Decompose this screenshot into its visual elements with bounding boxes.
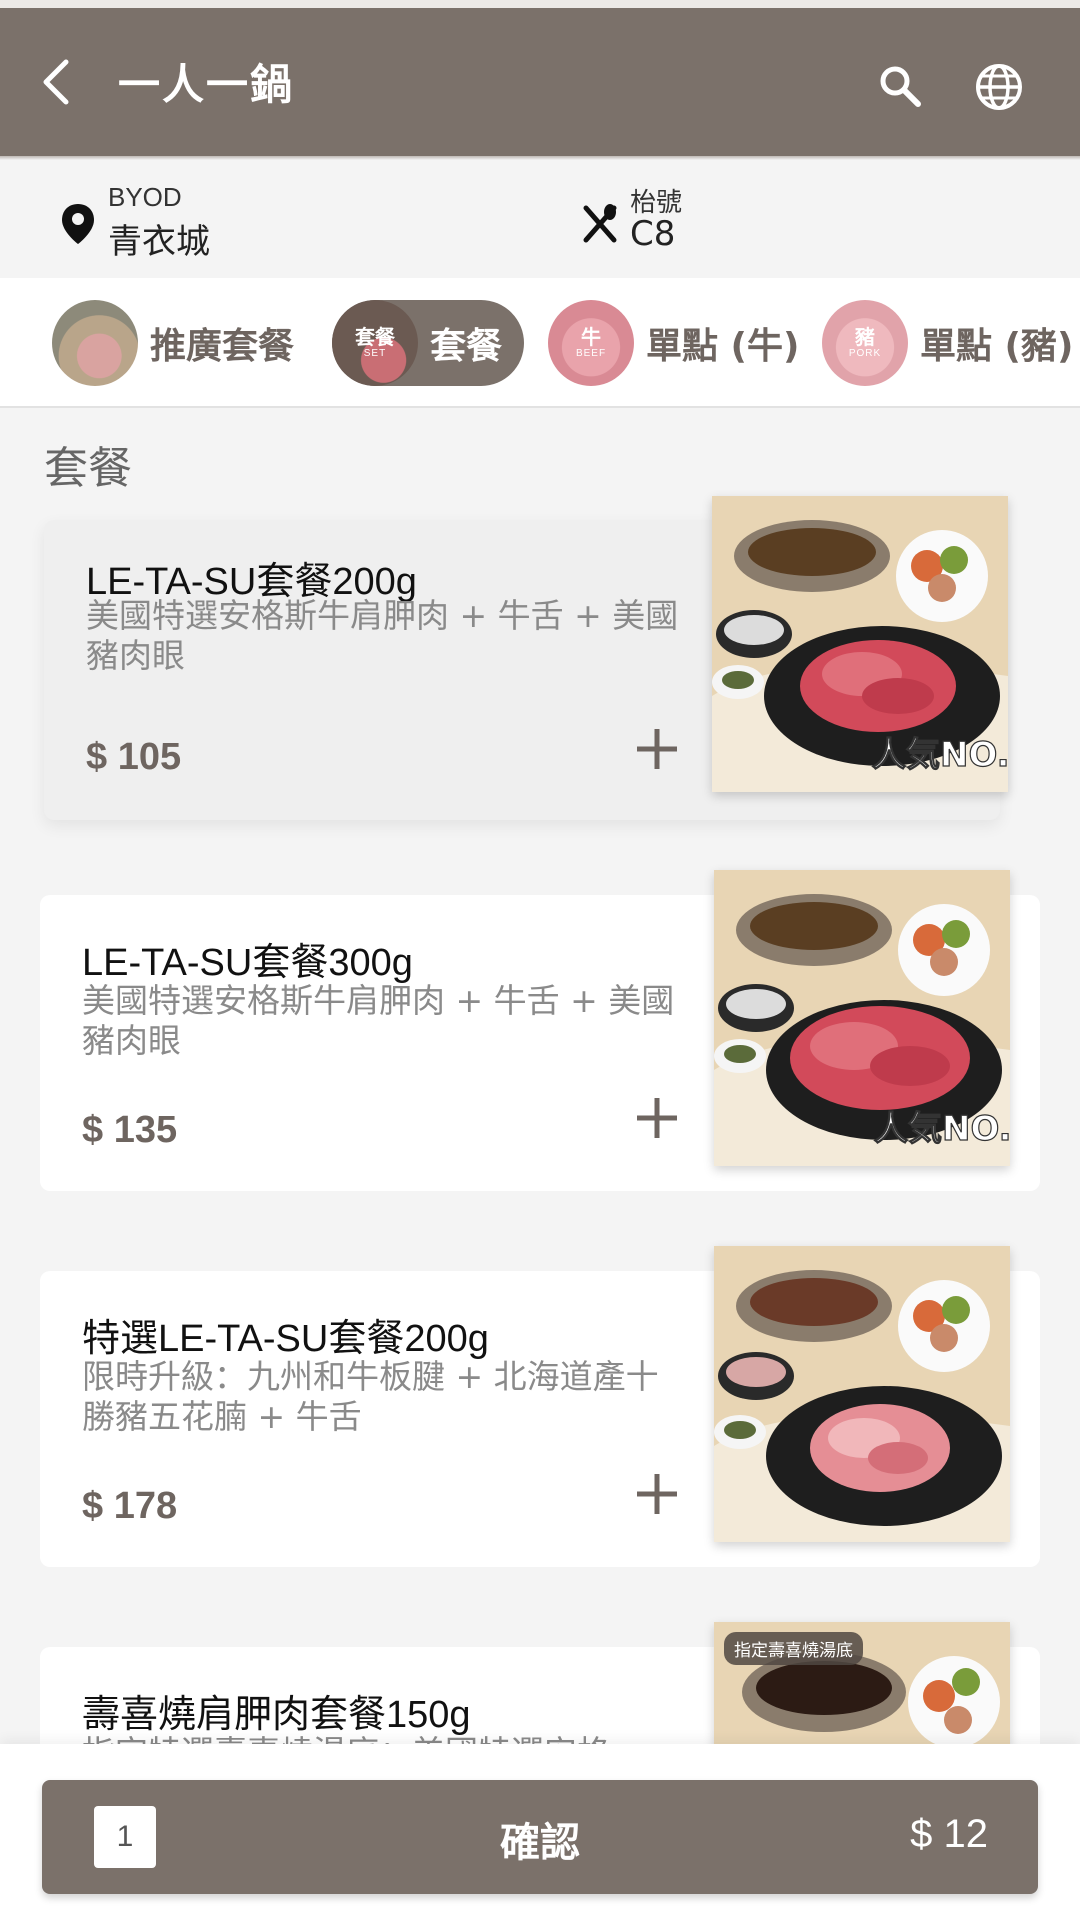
category-thumbnail	[52, 300, 138, 386]
page-title: 一人一鍋	[118, 60, 295, 109]
add-item-button[interactable]	[632, 724, 682, 774]
globe-icon[interactable]	[974, 62, 1024, 112]
category-thumbnail: 套餐 SET	[332, 300, 418, 386]
svg-text:人気NO.1!: 人気NO.1!	[872, 735, 1008, 775]
category-label: 推廣套餐	[150, 326, 295, 367]
app-bar: 一人一鍋	[0, 8, 1080, 156]
category-tab-pork[interactable]: 豬 PORK 單點 (豬)	[822, 300, 1080, 386]
item-price: $ 178	[82, 1485, 178, 1527]
item-name: LE-TA-SU套餐300g	[82, 942, 413, 984]
category-bar: 推廣套餐 套餐 SET 套餐 牛 BEEF 單點 (牛) 豬 PORK 單點 (…	[0, 278, 1080, 408]
item-name: 特選LE-TA-SU套餐200g	[82, 1318, 489, 1360]
photo-tag: 指定壽喜燒湯底	[724, 1632, 863, 1665]
hotpot-photo-icon: 人気NO.1!	[714, 870, 1010, 1166]
item-description: 限時升級：九州和牛板腱 + 北海道產十勝豬五花腩 + 牛舌	[82, 1357, 659, 1436]
item-name: 壽喜燒肩胛肉套餐150g	[82, 1694, 471, 1736]
svg-text:人気NO.1!: 人気NO.1!	[874, 1109, 1010, 1149]
search-icon[interactable]	[876, 62, 924, 110]
category-tab-set[interactable]: 套餐 SET 套餐	[332, 300, 525, 386]
item-description: 美國特選安格斯牛肩胛肉 + 牛舌 + 美國豬肉眼	[86, 596, 679, 675]
item-photo: 人気NO.1!	[714, 870, 1010, 1166]
category-tab-beef[interactable]: 牛 BEEF 單點 (牛)	[548, 300, 821, 386]
utensils-icon	[583, 204, 617, 243]
item-price: $ 135	[82, 1109, 178, 1151]
category-label: 單點 (豬)	[920, 326, 1074, 367]
status-bar	[0, 0, 1080, 8]
info-bar: BYOD 青衣城 枱號 C8	[0, 160, 1080, 278]
section-title: 套餐	[44, 443, 132, 494]
location-pin-icon	[62, 204, 94, 244]
item-price: $ 105	[86, 736, 182, 778]
hotpot-photo-icon: 人気NO.1!	[712, 496, 1008, 792]
category-tab-promo[interactable]: 推廣套餐	[52, 300, 316, 386]
hotpot-photo-icon	[714, 1246, 1010, 1542]
item-photo: 人気NO.1!	[712, 496, 1008, 792]
category-thumbnail: 牛 BEEF	[548, 300, 634, 386]
confirm-button[interactable]: 1 確認 $ 12	[42, 1780, 1038, 1894]
add-item-button[interactable]	[632, 1469, 682, 1519]
item-photo	[714, 1246, 1010, 1542]
cart-total: $ 12	[910, 1812, 988, 1856]
confirm-label: 確認	[500, 1820, 580, 1866]
table-value: C8	[630, 214, 676, 254]
category-label: 套餐	[430, 326, 503, 367]
category-label: 單點 (牛)	[646, 326, 800, 367]
item-description: 美國特選安格斯牛肩胛肉 + 牛舌 + 美國豬肉眼	[82, 981, 675, 1060]
location-label: BYOD	[108, 182, 182, 212]
category-thumbnail: 豬 PORK	[822, 300, 908, 386]
add-item-button[interactable]	[632, 1093, 682, 1143]
bottom-sheet: 1 確認 $ 12	[0, 1744, 1080, 1929]
back-arrow-icon[interactable]	[36, 56, 80, 108]
location-value: 青衣城	[108, 222, 210, 262]
